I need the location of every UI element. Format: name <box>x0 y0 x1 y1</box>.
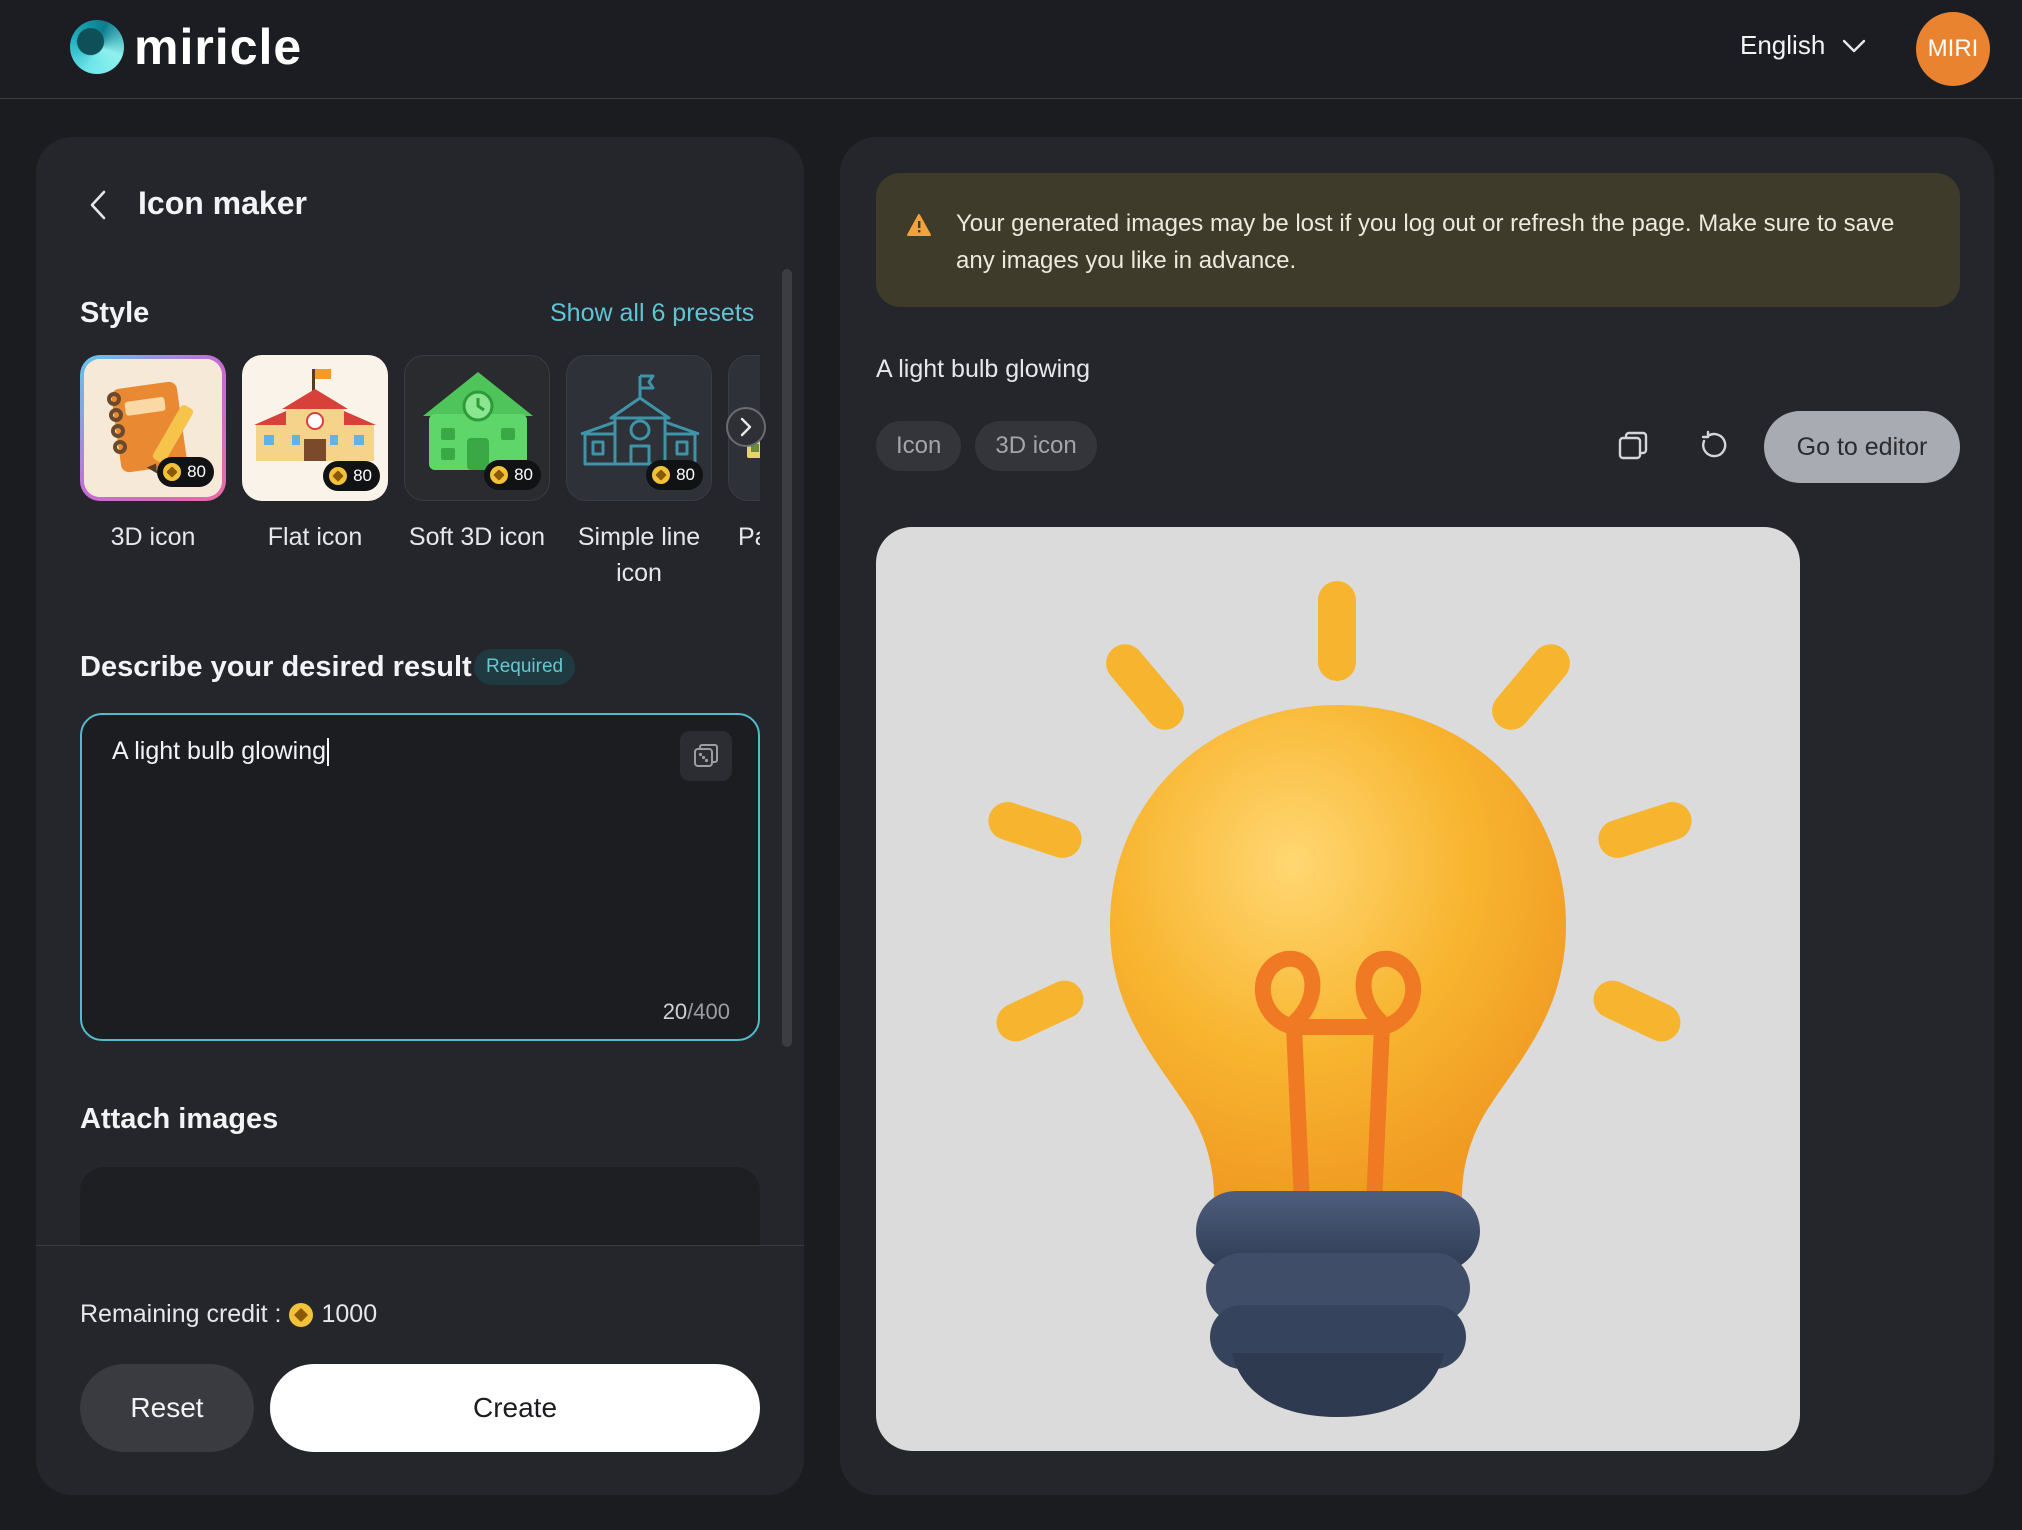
warning-text: Your generated images may be lost if you… <box>956 210 1895 274</box>
remaining-credit: Remaining credit : 1000 <box>80 1300 377 1329</box>
preset-label: Flat icon <box>267 523 363 551</box>
regenerate-button[interactable] <box>1688 421 1738 471</box>
credit-value: 1000 <box>321 1300 378 1328</box>
preset-label: Soft 3D icon <box>408 523 546 551</box>
preset-thumbnail: 80 <box>80 355 226 501</box>
show-all-presets-link[interactable]: Show all 6 presets <box>550 299 754 328</box>
credit-coin-icon <box>329 467 348 485</box>
refresh-icon <box>1701 430 1727 458</box>
panel-scrollbar[interactable] <box>782 269 792 1047</box>
required-badge: Required <box>474 649 576 685</box>
style-presets: 80 3D icon 80 Flat icon 80 Soft 3D icon … <box>80 355 760 595</box>
page-title: Icon maker <box>138 185 307 221</box>
credit-coin-icon <box>490 466 509 484</box>
copy-button[interactable] <box>1608 421 1658 471</box>
credit-coin-icon <box>652 466 671 484</box>
brand-name: miricle <box>134 19 303 75</box>
attach-images-heading: Attach images <box>80 1103 279 1135</box>
top-bar: miricle English MIRI <box>0 0 2022 99</box>
preset-label: 3D icon <box>110 523 196 551</box>
chevron-down-icon <box>1843 39 1866 52</box>
brand-logo[interactable]: miricle <box>70 20 302 74</box>
generated-image[interactable] <box>876 527 1800 1451</box>
preset-soft-3d-icon[interactable]: 80 Soft 3D icon <box>404 355 550 555</box>
credit-label: Remaining credit : <box>80 1300 282 1328</box>
tag-chip: Icon <box>876 421 962 471</box>
preset-label: Simple line icon <box>577 523 701 587</box>
cost-badge: 80 <box>157 457 214 487</box>
light-bulb-icon <box>988 581 1692 1417</box>
prompt-enhance-button[interactable] <box>680 731 732 781</box>
style-heading: Style <box>80 297 150 329</box>
dice-icon <box>694 744 718 767</box>
result-prompt: A light bulb glowing <box>876 355 1091 383</box>
tag-chip: 3D icon <box>975 421 1097 471</box>
chevron-right-icon <box>740 417 752 437</box>
create-button[interactable]: Create <box>270 1364 760 1452</box>
preset-flat-icon[interactable]: 80 Flat icon <box>242 355 388 555</box>
preset-partial[interactable]: Pa <box>728 355 760 555</box>
panel-footer: Remaining credit : 1000 Reset Create <box>36 1245 804 1495</box>
copy-icon <box>1618 431 1648 460</box>
credit-coin-icon <box>163 463 182 481</box>
presets-next-button[interactable] <box>726 407 766 447</box>
preset-thumbnail: 80 <box>566 355 712 501</box>
results-panel: Your generated images may be lost if you… <box>840 137 1994 1495</box>
character-counter: 20/400 <box>662 999 730 1024</box>
text-cursor <box>327 738 330 767</box>
cost-badge: 80 <box>323 461 380 491</box>
prompt-textarea[interactable]: A light bulb glowing 20/400 <box>80 713 760 1041</box>
describe-heading: Describe your desired result <box>80 651 472 683</box>
icon-maker-panel: Icon maker Style Show all 6 presets 80 3… <box>36 137 804 1495</box>
prompt-text[interactable]: A light bulb glowing <box>112 737 330 767</box>
preset-thumbnail: 80 <box>242 355 388 501</box>
language-label: English <box>1740 30 1826 60</box>
back-button[interactable] <box>80 183 116 227</box>
preset-simple-line-icon[interactable]: 80 Simple line icon <box>566 355 712 591</box>
warning-notice: Your generated images may be lost if you… <box>876 173 1960 307</box>
preset-label: Pa <box>738 523 760 551</box>
result-tags: Icon 3D icon <box>876 421 1097 471</box>
brand-mark-icon <box>70 20 124 74</box>
cost-badge: 80 <box>484 460 541 490</box>
credit-coin-icon <box>289 1302 314 1327</box>
chevron-left-icon <box>90 190 106 220</box>
language-selector[interactable]: English <box>1740 30 1869 61</box>
preset-3d-icon[interactable]: 80 3D icon <box>80 355 226 555</box>
avatar[interactable]: MIRI <box>1916 12 1990 86</box>
cost-badge: 80 <box>646 460 703 490</box>
go-to-editor-button[interactable]: Go to editor <box>1764 411 1960 483</box>
warning-icon <box>907 214 931 236</box>
preset-thumbnail: 80 <box>404 355 550 501</box>
reset-button[interactable]: Reset <box>80 1364 254 1452</box>
